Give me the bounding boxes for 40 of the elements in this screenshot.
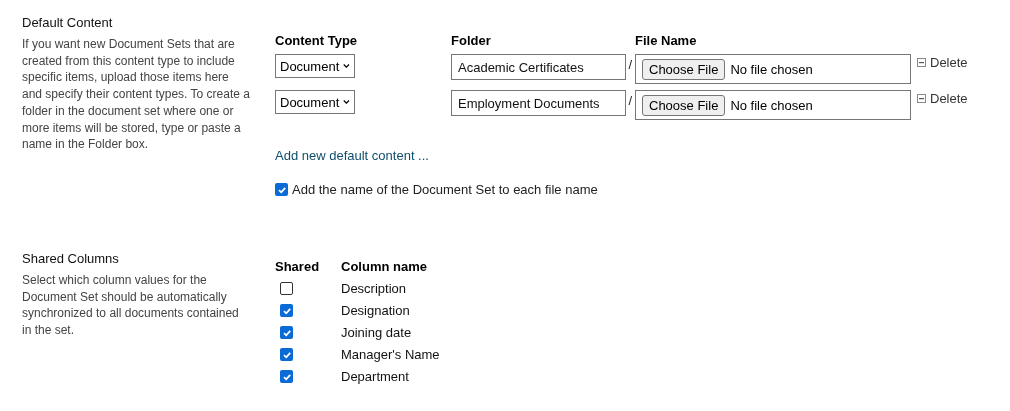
checkbox[interactable]	[280, 304, 293, 317]
column-name: Manager's Name	[341, 347, 440, 362]
delete-link[interactable]: Delete	[930, 55, 968, 70]
choose-file-button[interactable]: Choose File	[642, 58, 726, 80]
file-picker[interactable]: Choose File No file chosen	[635, 54, 911, 84]
file-picker[interactable]: Choose File No file chosen	[635, 90, 911, 120]
column-header: Folder	[451, 33, 492, 48]
path-separator: /	[627, 56, 633, 72]
checkbox[interactable]	[280, 326, 293, 339]
checkbox[interactable]	[280, 282, 293, 295]
checkbox[interactable]	[275, 183, 288, 196]
file-status: No file chosen	[730, 61, 813, 77]
folder-field[interactable]: Employment Documents	[451, 90, 627, 116]
column-name: Designation	[341, 303, 411, 318]
section-title: Shared Columns	[22, 251, 120, 266]
column-name: Department	[341, 369, 410, 384]
section-description: If you want new Document Sets that are created from this content type to include specific items, upload those items here and specify their content types. To create a folder in the document set where one or more items will be stored, type or paste a name in the Folder box.	[22, 36, 250, 153]
delete-icon	[917, 94, 926, 103]
folder-field[interactable]: Academic Certificates	[451, 54, 627, 80]
column-header: Content Type	[275, 33, 359, 48]
column-header: File Name	[635, 33, 698, 48]
delete-icon	[917, 58, 926, 67]
choose-file-button[interactable]: Choose File	[642, 94, 726, 116]
section-description: Select which column values for the Document Set should be automatically synchronized to all documents contained in the set.	[22, 272, 240, 339]
chevron-down-icon	[343, 63, 350, 69]
add-content-link[interactable]: Add new default content ...	[275, 148, 429, 163]
column-header: Shared	[275, 259, 321, 274]
chevron-down-icon	[343, 99, 350, 105]
content-type-dropdown[interactable]: Document	[275, 90, 355, 114]
checkbox[interactable]	[280, 370, 293, 383]
file-status: No file chosen	[730, 97, 813, 113]
section-title: Default Content	[22, 15, 114, 30]
column-name: Joining date	[341, 325, 413, 340]
delete-link[interactable]: Delete	[930, 91, 968, 106]
column-name: Description	[341, 281, 408, 296]
content-type-dropdown[interactable]: Document	[275, 54, 355, 78]
column-header: Column name	[341, 259, 428, 274]
path-separator: /	[627, 92, 633, 108]
checkbox[interactable]	[280, 348, 293, 361]
checkbox-label: Add the name of the Document Set to each file name	[292, 182, 598, 197]
